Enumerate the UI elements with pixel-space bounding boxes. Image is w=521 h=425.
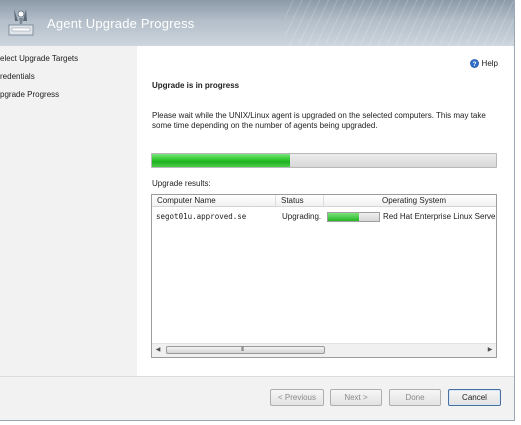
horizontal-scrollbar[interactable]: ◀ III ▶ <box>152 343 496 357</box>
column-header-status[interactable]: Status <box>276 195 324 206</box>
nav-item-credentials[interactable]: redentials <box>0 72 35 81</box>
wizard-footer: < Previous Next > Done Cancel <box>0 376 514 420</box>
wizard-nav: elect Upgrade Targets redentials pgrade … <box>0 46 137 376</box>
column-header-computer-name[interactable]: Computer Name <box>152 195 276 206</box>
overall-progress-bar <box>151 153 497 168</box>
table-header: Computer Name Status Operating System <box>152 195 496 207</box>
scroll-thumb[interactable]: III <box>166 346 325 354</box>
wizard-window: Agent Upgrade Progress elect Upgrade Tar… <box>0 0 515 421</box>
main-content: ? Help Upgrade is in progress Please wai… <box>137 46 514 376</box>
svg-text:?: ? <box>472 61 476 68</box>
next-button[interactable]: Next > <box>330 389 382 406</box>
results-table: Computer Name Status Operating System se… <box>151 194 497 358</box>
nav-item-upgrade-progress[interactable]: pgrade Progress <box>0 90 59 99</box>
cancel-button[interactable]: Cancel <box>448 389 501 406</box>
column-header-operating-system[interactable]: Operating System <box>324 195 496 206</box>
row-progress-bar <box>327 212 380 222</box>
help-link[interactable]: ? Help <box>469 59 498 68</box>
computer-name-cell: segot01u.approved.se <box>156 212 247 221</box>
help-label: Help <box>481 59 498 68</box>
page-description: Please wait while the UNIX/Linux agent i… <box>152 111 486 130</box>
agent-upgrade-icon <box>8 9 34 36</box>
help-icon: ? <box>469 59 479 68</box>
page-heading: Upgrade is in progress <box>152 81 240 90</box>
table-row[interactable]: segot01u.approved.se Upgrading. Red Hat … <box>152 210 496 224</box>
wizard-header: Agent Upgrade Progress <box>0 0 514 46</box>
scroll-right-arrow-icon[interactable]: ▶ <box>484 344 496 357</box>
done-button[interactable]: Done <box>389 389 441 406</box>
nav-item-select-upgrade-targets[interactable]: elect Upgrade Targets <box>0 54 78 63</box>
previous-button[interactable]: < Previous <box>270 389 324 406</box>
row-progress-fill <box>328 213 359 221</box>
window-title: Agent Upgrade Progress <box>47 16 195 31</box>
operating-system-cell: Red Hat Enterprise Linux Server r <box>383 212 497 221</box>
results-label: Upgrade results: <box>152 179 211 188</box>
overall-progress-fill <box>152 154 290 167</box>
scroll-left-arrow-icon[interactable]: ◀ <box>152 344 164 357</box>
scroll-grip: III <box>241 347 244 353</box>
status-cell: Upgrading. <box>282 212 322 221</box>
